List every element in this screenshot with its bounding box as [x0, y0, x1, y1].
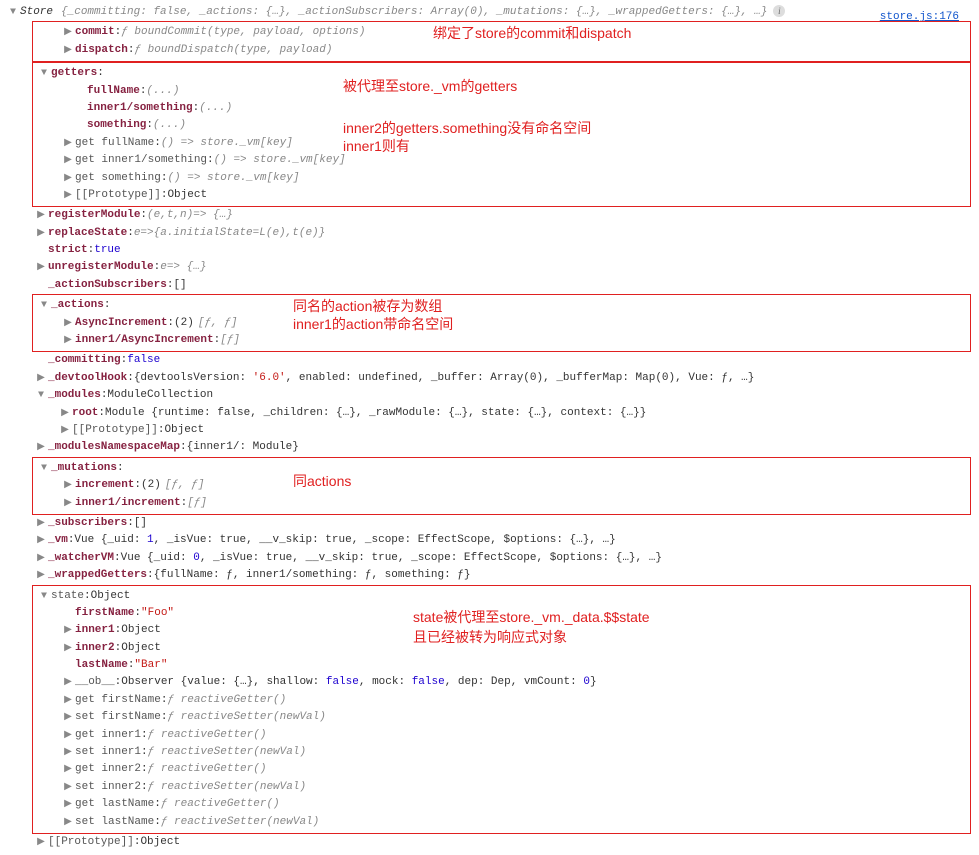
triangle-right-icon[interactable]: ▶ [36, 517, 46, 531]
prop-actions[interactable]: ▼ _actions [35, 297, 968, 314]
state-accessor[interactable]: ▶set lastNameƒ reactiveSetter(newVal) [35, 814, 968, 831]
state-ob[interactable]: ▶ __ob__ Observer {value: {…}, shallow: … [35, 674, 968, 691]
prop-modules[interactable]: ▼ _modules ModuleCollection [8, 387, 971, 404]
annotation: state被代理至store._vm._data.$$state [413, 608, 650, 628]
triangle-down-icon[interactable]: ▼ [39, 462, 49, 476]
triangle-right-icon[interactable]: ▶ [36, 261, 46, 275]
triangle-right-icon[interactable]: ▶ [36, 372, 46, 386]
prop-replaceState[interactable]: ▶ replaceState e=>{a.initialState=L(e),t… [8, 225, 971, 242]
ctor-name: Store [20, 5, 53, 20]
triangle-right-icon[interactable]: ▶ [63, 172, 73, 186]
highlight-box-mutations: 同actions ▼ _mutations ▶ increment (2) [ƒ… [32, 457, 971, 515]
prop-state[interactable]: ▼ state Object [35, 588, 968, 605]
state-accessor[interactable]: ▶get inner1ƒ reactiveGetter() [35, 727, 968, 744]
triangle-right-icon[interactable]: ▶ [36, 552, 46, 566]
triangle-right-icon[interactable]: ▶ [63, 334, 73, 348]
triangle-right-icon[interactable]: ▶ [63, 479, 73, 493]
state-accessor[interactable]: ▶set inner2ƒ reactiveSetter(newVal) [35, 779, 968, 796]
triangle-right-icon[interactable]: ▶ [63, 189, 73, 203]
annotation: inner1的action带命名空间 [293, 315, 453, 335]
triangle-down-icon[interactable]: ▼ [39, 299, 49, 313]
triangle-right-icon[interactable]: ▶ [63, 816, 73, 830]
triangle-right-icon[interactable]: ▶ [63, 798, 73, 812]
state-accessor[interactable]: ▶set inner1ƒ reactiveSetter(newVal) [35, 744, 968, 761]
action-AsyncIncrement[interactable]: ▶ AsyncIncrement (2) [ƒ, ƒ] [35, 315, 968, 332]
triangle-right-icon[interactable]: ▶ [63, 154, 73, 168]
triangle-right-icon[interactable]: ▶ [63, 729, 73, 743]
annotation: 绑定了store的commit和dispatch [433, 24, 631, 44]
prop-watcherVM[interactable]: ▶ _watcherVM Vue {_uid: 0, _isVue: true,… [8, 550, 971, 567]
state-accessor[interactable]: ▶get firstNameƒ reactiveGetter() [35, 692, 968, 709]
prop-modulesNamespaceMap[interactable]: ▶ _modulesNamespaceMap {inner1/: Module} [8, 439, 971, 456]
triangle-right-icon[interactable]: ▶ [36, 227, 46, 241]
annotation: 同actions [293, 472, 351, 492]
prop-actionSubscribers[interactable]: ▶ _actionSubscribers [] [8, 277, 971, 294]
prop-registerModule[interactable]: ▶ registerModule (e,t,n)=> {…} [8, 207, 971, 224]
triangle-right-icon[interactable]: ▶ [63, 642, 73, 656]
mutation-inner1-increment[interactable]: ▶ inner1/increment [ƒ] [35, 495, 968, 512]
object-preview: {_committing: false, _actions: {…}, _act… [61, 5, 767, 20]
prop-subscribers[interactable]: ▶ _subscribers [] [8, 515, 971, 532]
prototype[interactable]: ▶ [[Prototype]] Object [8, 422, 971, 439]
annotation: inner1则有 [343, 137, 410, 157]
triangle-down-icon[interactable]: ▼ [39, 590, 49, 604]
prop-modules-root[interactable]: ▶ root Module {runtime: false, _children… [8, 405, 971, 422]
triangle-down-icon[interactable]: ▼ [36, 389, 46, 403]
state-accessor[interactable]: ▶get inner2ƒ reactiveGetter() [35, 761, 968, 778]
triangle-right-icon[interactable]: ▶ [63, 44, 73, 58]
prop-unregisterModule[interactable]: ▶ unregisterModule e=> {…} [8, 259, 971, 276]
prop-dispatch[interactable]: ▶ dispatch ƒ boundDispatch(type, payload… [35, 42, 968, 59]
triangle-right-icon[interactable]: ▶ [63, 26, 73, 40]
prototype[interactable]: ▶ [[Prototype]] Object [8, 834, 971, 851]
triangle-right-icon[interactable]: ▶ [63, 317, 73, 331]
annotation: 且已经被转为响应式对象 [413, 628, 567, 648]
prop-committing[interactable]: ▶ _committing false [8, 352, 971, 369]
triangle-right-icon[interactable]: ▶ [63, 137, 73, 151]
highlight-box-state: state被代理至store._vm._data.$$state 且已经被转为响… [32, 585, 971, 834]
state-lastName[interactable]: ▶ lastName "Bar" [35, 657, 968, 674]
object-root[interactable]: ▼ Store {_committing: false, _actions: {… [8, 4, 971, 21]
info-icon[interactable]: i [773, 5, 785, 17]
prop-wrappedGetters[interactable]: ▶ _wrappedGetters {fullName: ƒ, inner1/s… [8, 567, 971, 584]
triangle-right-icon[interactable]: ▶ [36, 836, 46, 850]
prop-strict[interactable]: ▶ strict true [8, 242, 971, 259]
mutation-increment[interactable]: ▶ increment (2) [ƒ, ƒ] [35, 477, 968, 494]
triangle-right-icon[interactable]: ▶ [36, 534, 46, 548]
highlight-box-getters: 被代理至store._vm的getters inner2的getters.som… [32, 62, 971, 207]
annotation: inner2的getters.something没有命名空间 [343, 119, 591, 139]
prototype[interactable]: ▶ [[Prototype]] Object [35, 187, 968, 204]
getter-inner1-something[interactable]: inner1/something (...) [35, 100, 968, 117]
highlight-box-commit-dispatch: 绑定了store的commit和dispatch ▶ commit ƒ boun… [32, 21, 971, 62]
triangle-right-icon[interactable]: ▶ [63, 497, 73, 511]
accessor-get-something[interactable]: ▶ get something () => store._vm[key] [35, 170, 968, 187]
triangle-right-icon[interactable]: ▶ [63, 624, 73, 638]
triangle-down-icon[interactable]: ▼ [39, 67, 49, 81]
triangle-right-icon[interactable]: ▶ [63, 711, 73, 725]
state-accessor[interactable]: ▶set firstNameƒ reactiveSetter(newVal) [35, 709, 968, 726]
prop-vm[interactable]: ▶ _vm Vue {_uid: 1, _isVue: true, __v_sk… [8, 532, 971, 549]
triangle-right-icon[interactable]: ▶ [63, 694, 73, 708]
triangle-right-icon[interactable]: ▶ [36, 441, 46, 455]
triangle-right-icon[interactable]: ▶ [63, 763, 73, 777]
triangle-right-icon[interactable]: ▶ [63, 676, 73, 690]
highlight-box-actions: 同名的action被存为数组 inner1的action带命名空间 ▼ _act… [32, 294, 971, 352]
triangle-right-icon[interactable]: ▶ [36, 209, 46, 223]
annotation: 被代理至store._vm的getters [343, 77, 517, 97]
triangle-down-icon[interactable]: ▼ [8, 6, 18, 20]
triangle-right-icon[interactable]: ▶ [63, 746, 73, 760]
triangle-right-icon[interactable]: ▶ [60, 407, 70, 421]
triangle-right-icon[interactable]: ▶ [36, 569, 46, 583]
accessor-get-inner1-something[interactable]: ▶ get inner1/something () => store._vm[k… [35, 152, 968, 169]
triangle-right-icon[interactable]: ▶ [60, 424, 70, 438]
prop-mutations[interactable]: ▼ _mutations [35, 460, 968, 477]
prop-devtoolHook[interactable]: ▶ _devtoolHook {devtoolsVersion: '6.0', … [8, 370, 971, 387]
action-inner1-AsyncIncrement[interactable]: ▶ inner1/AsyncIncrement [ƒ] [35, 332, 968, 349]
annotation: 同名的action被存为数组 [293, 297, 442, 317]
triangle-right-icon[interactable]: ▶ [63, 781, 73, 795]
state-accessor[interactable]: ▶get lastNameƒ reactiveGetter() [35, 796, 968, 813]
